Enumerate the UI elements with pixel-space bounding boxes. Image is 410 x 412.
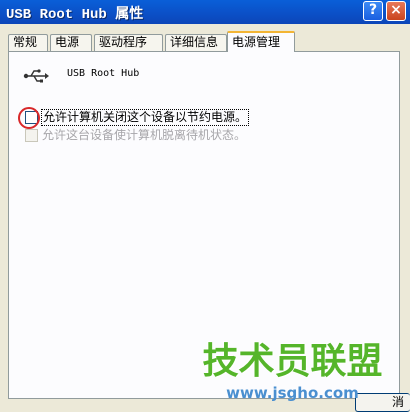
allow-wake-checkbox xyxy=(25,129,38,142)
window-title: USB Root Hub 属性 xyxy=(6,7,144,23)
tab-power-management[interactable]: 电源管理 xyxy=(227,31,295,52)
allow-wake-label: 允许这台设备使计算机脱离待机状态。 xyxy=(42,128,247,142)
close-button[interactable]: × xyxy=(386,1,406,21)
watermark: 技术员联盟 www.jsgho.com xyxy=(175,340,410,412)
tab-power[interactable]: 电源 xyxy=(50,34,92,51)
tab-driver[interactable]: 驱动程序 xyxy=(94,34,163,51)
allow-turn-off-label[interactable]: 允许计算机关闭这个设备以节约电源。 xyxy=(40,109,250,126)
device-name: USB Root Hub xyxy=(67,68,140,79)
highlight-circle xyxy=(18,107,40,129)
title-bar[interactable]: USB Root Hub 属性 ? × xyxy=(0,0,410,24)
watermark-logo-text: 技术员联盟 xyxy=(202,341,383,382)
help-button[interactable]: ? xyxy=(363,1,383,21)
usb-icon xyxy=(23,69,49,83)
watermark-url: www.jsgho.com xyxy=(226,384,359,402)
tab-details[interactable]: 详细信息 xyxy=(165,34,227,51)
tab-general[interactable]: 常规 xyxy=(8,34,48,51)
